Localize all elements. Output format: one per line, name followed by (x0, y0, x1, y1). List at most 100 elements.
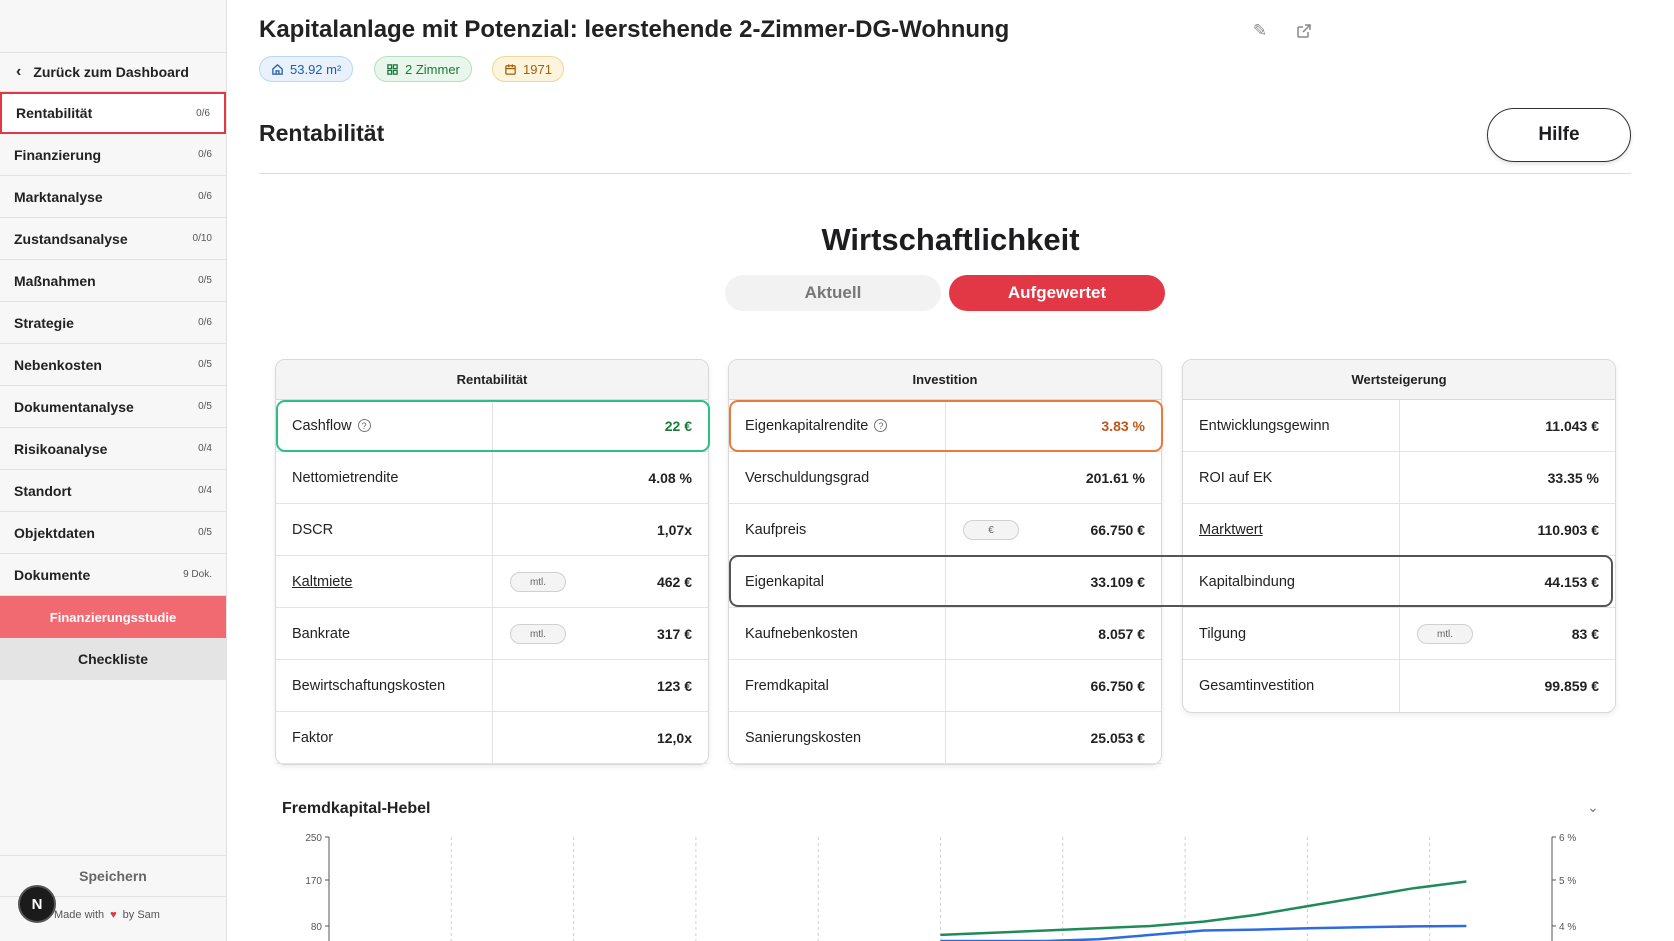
toggle-aufgewertet[interactable]: Aufgewertet (949, 275, 1165, 311)
sidebar-item-standort[interactable]: Standort 0/4 (0, 470, 226, 512)
sidebar-item-label: Marktanalyse (14, 188, 103, 205)
metric-row: Entwicklungsgewinn 11.043 € (1183, 400, 1615, 452)
sidebar-item-strategie[interactable]: Strategie 0/6 (0, 302, 226, 344)
y-tick-label: 250 (305, 833, 322, 844)
external-link-icon[interactable] (1293, 20, 1315, 42)
sidebar-item-count: 0/6 (196, 107, 210, 119)
metric-label: Kapitalbindung (1183, 556, 1400, 607)
metric-label: Kaufnebenkosten (729, 608, 946, 659)
metric-value: 8.057 € (1098, 625, 1145, 642)
card-header: Investition (729, 360, 1161, 400)
area-value: 53.92 m² (290, 61, 342, 77)
metric-value: 4.08 % (648, 469, 692, 486)
metric-row: DSCR 1,07x (276, 504, 708, 556)
sidebar-item-rentabilitaet[interactable]: Rentabilität 0/6 (0, 92, 226, 134)
chevron-down-icon[interactable]: ⌄ (1587, 799, 1599, 816)
metric-label: Kaufpreis (729, 504, 946, 555)
back-to-dashboard-link[interactable]: ‹ Zurück zum Dashboard (0, 52, 226, 92)
period-pill[interactable]: mtl. (510, 624, 566, 644)
sidebar-item-count: 0/10 (192, 233, 212, 244)
area-tag: 53.92 m² (259, 56, 354, 82)
metric-label: ROI auf EK (1183, 452, 1400, 503)
sidebar-item-label: Objektdaten (14, 524, 95, 541)
sidebar-item-count: 0/5 (198, 359, 212, 370)
metric-row: Bewirtschaftungskosten 123 € (276, 660, 708, 712)
avatar[interactable]: N (18, 885, 56, 923)
metric-label: Gesamtinvestition (1183, 660, 1400, 712)
leverage-chart: 250 170 80 6 % 5 % 4 % (305, 833, 1576, 941)
metric-row: Marktwert 110.903 € (1183, 504, 1615, 556)
metric-label: Bankrate (276, 608, 493, 659)
series-line-1 (940, 924, 1467, 941)
metric-label: DSCR (276, 504, 493, 555)
period-pill[interactable]: mtl. (1417, 624, 1473, 644)
metric-row: Nettomietrendite 4.08 % (276, 452, 708, 504)
wirtschaftlichkeit-title: Wirtschaftlichkeit (821, 222, 1080, 257)
divider (259, 173, 1631, 174)
metric-value: 11.043 € (1545, 417, 1599, 434)
sidebar-item-dokumente[interactable]: Dokumente 9 Dok. (0, 554, 226, 596)
metric-label: Bewirtschaftungskosten (276, 660, 493, 711)
main-content: Kapitalanlage mit Potenzial: leerstehend… (227, 0, 1674, 941)
metric-row: Kapitalbindung 44.153 € (1183, 556, 1615, 608)
metric-value: 66.750 € (1090, 677, 1146, 694)
sidebar-item-label: Risikoanalyse (14, 440, 108, 457)
currency-pill[interactable]: € (963, 520, 1019, 540)
metric-row: Verschuldungsgrad 201.61 % (729, 452, 1161, 504)
metric-row: Tilgung mtl. 83 € (1183, 608, 1615, 660)
sidebar-item-label: Dokumente (14, 566, 91, 583)
checkliste-button[interactable]: Checkliste (0, 638, 226, 680)
sidebar-item-count: 0/5 (198, 401, 212, 412)
year-tag: 1971 (492, 56, 564, 82)
sidebar-item-count: 0/6 (198, 149, 212, 160)
heart-icon: ♥ (110, 909, 117, 921)
period-pill[interactable]: mtl. (510, 572, 566, 592)
help-circle-icon[interactable]: ? (357, 419, 371, 432)
metric-value: 1,07x (656, 521, 692, 538)
y-tick-label: 80 (311, 922, 323, 933)
made-with-text: Made with (54, 909, 105, 921)
card-header: Wertsteigerung (1183, 360, 1615, 400)
marktwert-link[interactable]: Marktwert (1183, 504, 1400, 555)
back-label: Zurück zum Dashboard (33, 64, 189, 80)
sidebar-item-dokumentanalyse[interactable]: Dokumentanalyse 0/5 (0, 386, 226, 428)
grid-icon (387, 63, 398, 75)
calendar-icon (505, 63, 516, 75)
toggle-aktuell[interactable]: Aktuell (725, 275, 941, 311)
metric-label: Entwicklungsgewinn (1183, 400, 1400, 451)
metric-label: Cashflow (292, 417, 352, 434)
chart-title: Fremdkapital-Hebel (282, 800, 431, 817)
sidebar-item-marktanalyse[interactable]: Marktanalyse 0/6 (0, 176, 226, 218)
metric-value: 33.35 % (1547, 469, 1599, 486)
sidebar-item-massnahmen[interactable]: Maßnahmen 0/5 (0, 260, 226, 302)
card-wertsteigerung: Wertsteigerung Entwicklungsgewinn 11.043 … (1182, 359, 1616, 713)
pencil-icon[interactable]: ✎ (1249, 20, 1271, 42)
sidebar-item-finanzierung[interactable]: Finanzierung 0/6 (0, 134, 226, 176)
metric-label: Faktor (276, 712, 493, 763)
author-text: by Sam (122, 909, 160, 921)
metric-value: 201.61 % (1085, 469, 1145, 486)
sidebar-item-label: Rentabilität (16, 105, 93, 121)
y2-tick-label: 6 % (1559, 833, 1576, 844)
metric-value: 110.903 € (1537, 521, 1599, 538)
metric-row: Faktor 12,0x (276, 712, 708, 764)
finanzierungsstudie-button[interactable]: Finanzierungsstudie (0, 596, 226, 638)
sidebar-item-count: 0/6 (198, 317, 212, 328)
sidebar-item-objektdaten[interactable]: Objektdaten 0/5 (0, 512, 226, 554)
sidebar-item-risikoanalyse[interactable]: Risikoanalyse 0/4 (0, 428, 226, 470)
chart-grid (328, 837, 1553, 941)
metric-label: Sanierungskosten (729, 712, 946, 763)
kaltmiete-link[interactable]: Kaltmiete (276, 556, 493, 607)
metric-label: Nettomietrendite (276, 452, 493, 503)
help-button[interactable]: Hilfe (1487, 108, 1631, 162)
metric-value: 33.109 € (1090, 573, 1146, 590)
sidebar-item-count: 0/4 (198, 485, 212, 496)
help-circle-icon[interactable]: ? (874, 419, 888, 432)
sidebar-item-zustandsanalyse[interactable]: Zustandsanalyse 0/10 (0, 218, 226, 260)
card-rentabilitaet: Rentabilität Cashflow? 22 € Nettomietrend… (275, 359, 710, 765)
metric-label: Verschuldungsgrad (729, 452, 946, 503)
metric-row: Fremdkapital 66.750 € (729, 660, 1161, 712)
rooms-tag: 2 Zimmer (374, 56, 472, 82)
metric-row: Eigenkapital 33.109 € (729, 556, 1161, 608)
sidebar-item-nebenkosten[interactable]: Nebenkosten 0/5 (0, 344, 226, 386)
